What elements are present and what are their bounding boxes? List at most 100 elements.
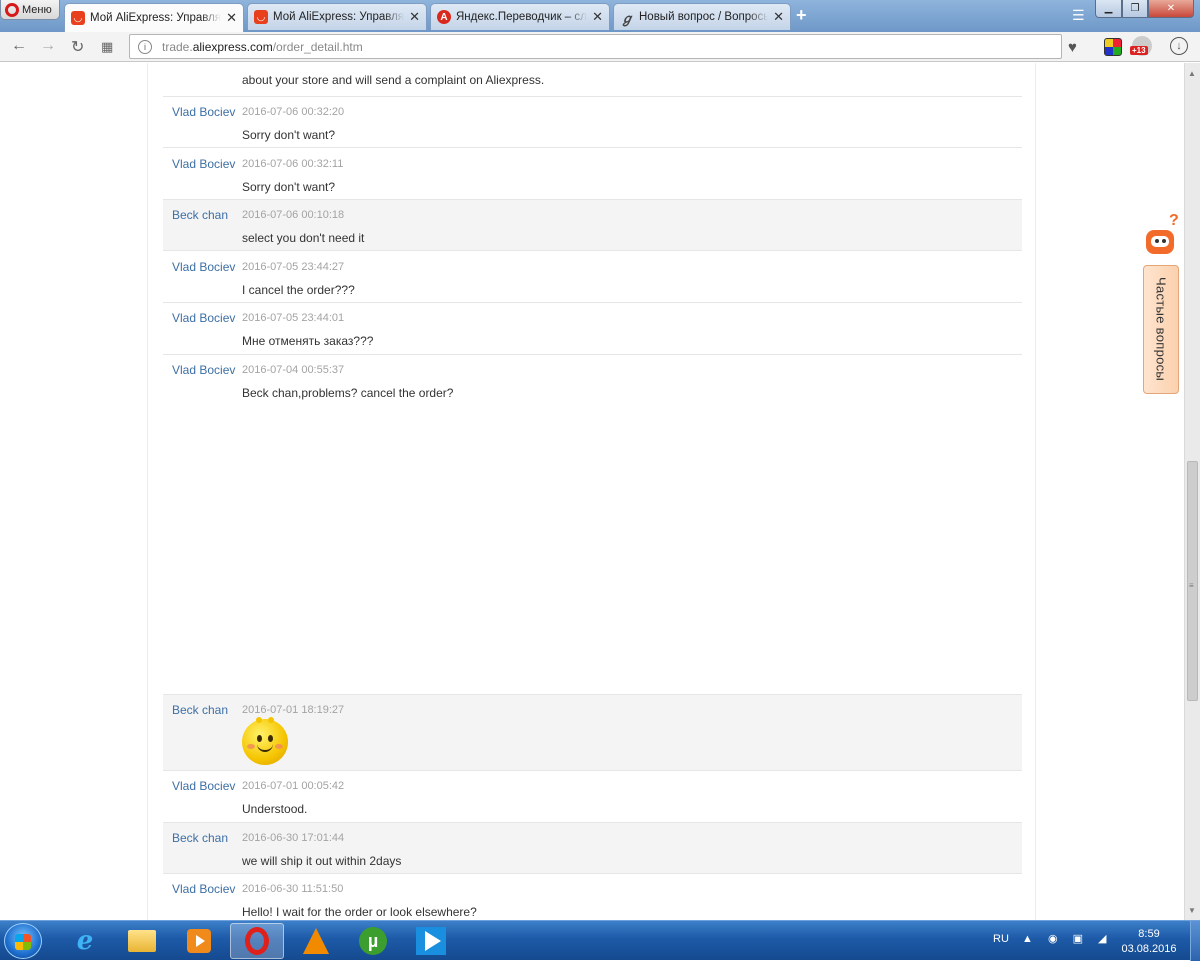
message-author[interactable]: Vlad Bociev xyxy=(172,260,235,274)
address-bar[interactable]: i trade.aliexpress.com/order_detail.htm xyxy=(129,34,1062,59)
tab-aliexpress[interactable]: ◡ Мой AliExpress: Управлять заказами ✕ xyxy=(247,3,427,30)
reload-icon[interactable]: ↻ xyxy=(71,37,84,57)
message-text: Beck chan,problems? cancel the order? xyxy=(242,386,454,400)
downloads-icon[interactable]: ↓ xyxy=(1170,37,1188,55)
utorrent-icon[interactable]: µ xyxy=(346,923,400,959)
message-author[interactable]: Beck chan xyxy=(172,208,228,222)
opera-icon[interactable] xyxy=(230,923,284,959)
tab-yandex-qa[interactable]: ℊ Новый вопрос / Вопросы и ответы ✕ xyxy=(613,3,791,30)
emoticon-eye xyxy=(257,735,262,742)
language-indicator[interactable]: RU xyxy=(993,933,1009,945)
maximize-button[interactable]: ❐ xyxy=(1122,0,1148,18)
close-tab-icon[interactable]: ✕ xyxy=(773,9,784,25)
extension-icon[interactable] xyxy=(1104,38,1122,56)
emoticon-cheek xyxy=(275,744,283,749)
url-host-prefix: trade. xyxy=(162,39,193,54)
message-row: Vlad Bociev 2016-07-06 00:32:11 Sorry do… xyxy=(163,149,1022,200)
minimize-button[interactable]: ▁ xyxy=(1095,0,1122,18)
emoticon-cheek xyxy=(247,744,255,749)
message-time: 2016-07-05 23:44:01 xyxy=(242,312,345,324)
close-tab-icon[interactable]: ✕ xyxy=(409,9,420,25)
emoticon-eye xyxy=(268,735,273,742)
speed-dial-icon[interactable]: ▦ xyxy=(101,39,113,55)
question-mark-icon: ? xyxy=(1169,212,1179,229)
tab-yandex-translate[interactable]: A Яндекс.Переводчик – словарь и онлайн п… xyxy=(430,3,610,30)
message-row: Vlad Bociev 2016-07-05 23:44:27 I cancel… xyxy=(163,252,1022,303)
page-scrollbar[interactable]: ▲ ≡ ▼ xyxy=(1184,63,1200,920)
message-text: select you don't need it xyxy=(242,231,365,245)
message-time: 2016-06-30 17:01:44 xyxy=(242,832,345,844)
tab-title: Новый вопрос / Вопросы и ответы xyxy=(639,11,769,23)
message-time: 2016-07-05 23:44:27 xyxy=(242,261,345,273)
message-author[interactable]: Vlad Bociev xyxy=(172,157,235,171)
message-text: Sorry don't want? xyxy=(242,128,336,142)
message-row: Beck chan 2016-06-30 17:01:44 we will sh… xyxy=(163,823,1022,874)
video-player-icon[interactable] xyxy=(404,923,458,959)
window-controls: ▁ ❐ ✕ xyxy=(1095,0,1194,18)
tab-menu-icon[interactable]: ☰ xyxy=(1072,7,1085,24)
clock-time: 8:59 xyxy=(1138,928,1160,940)
robot-eye xyxy=(1162,239,1166,243)
internet-explorer-icon[interactable]: e xyxy=(58,923,112,959)
browser-menu-button[interactable]: Меню xyxy=(0,0,60,20)
smiley-emoticon xyxy=(242,717,288,765)
tab-strip: Меню ◡ Мой AliExpress: Управлять заказам… xyxy=(0,0,1200,32)
windows-taskbar: e µ RU ▲ ◉ ▣ ◢ 8:59 03.08.2016 xyxy=(0,920,1200,961)
faq-button[interactable]: Частые вопросы xyxy=(1143,265,1179,394)
message-row: Beck chan 2016-07-01 18:19:27 xyxy=(163,695,1022,771)
aliexpress-icon: ◡ xyxy=(254,10,268,24)
faq-label: Частые вопросы xyxy=(1153,277,1169,382)
message-time: 2016-07-06 00:32:11 xyxy=(242,158,344,170)
extension-notifications-icon[interactable]: +13 xyxy=(1130,36,1152,56)
forward-icon[interactable]: → xyxy=(40,37,56,55)
message-author[interactable]: Vlad Bociev xyxy=(172,882,235,896)
tab-title: Яндекс.Переводчик – словарь и онлайн пер… xyxy=(456,11,587,23)
media-player-icon[interactable] xyxy=(172,923,226,959)
file-explorer-icon[interactable] xyxy=(115,923,169,959)
scroll-up-icon[interactable]: ▲ xyxy=(1188,69,1196,78)
message-time: 2016-07-06 00:10:18 xyxy=(242,209,345,221)
message-author[interactable]: Vlad Bociev xyxy=(172,105,235,119)
tab-title: Мой AliExpress: Управлять заказами xyxy=(90,12,222,24)
message-text: Sorry don't want? xyxy=(242,180,336,194)
emoticon-detail xyxy=(256,717,262,723)
start-button[interactable] xyxy=(4,923,42,959)
url-text: trade.aliexpress.com/order_detail.htm xyxy=(162,40,363,54)
message-row: Vlad Bociev 2016-07-05 23:44:01 Мне отме… xyxy=(163,303,1022,355)
url-host: aliexpress.com xyxy=(192,39,273,54)
yandex-translate-icon: A xyxy=(437,10,451,24)
message-author[interactable]: Vlad Bociev xyxy=(172,363,235,377)
message-text: Understood. xyxy=(242,802,308,816)
robot-help-icon[interactable]: ? xyxy=(1143,212,1179,258)
close-tab-icon[interactable]: ✕ xyxy=(592,9,603,25)
page-viewport: about your store and will send a complai… xyxy=(0,63,1184,920)
message-author[interactable]: Beck chan xyxy=(172,703,228,717)
site-info-icon[interactable]: i xyxy=(138,39,152,54)
message-author[interactable]: Vlad Bociev xyxy=(172,311,235,325)
message-row: Vlad Bociev 2016-07-01 00:05:42 Understo… xyxy=(163,771,1022,823)
browser-menu-label: Меню xyxy=(22,3,52,16)
back-icon[interactable]: ← xyxy=(11,37,27,55)
show-desktop-button[interactable] xyxy=(1190,921,1200,961)
scroll-grip-icon: ≡ xyxy=(1189,581,1194,590)
message-time: 2016-07-04 00:55:37 xyxy=(242,364,345,376)
close-tab-icon[interactable]: ✕ xyxy=(226,10,237,26)
message-text: we will ship it out within 2days xyxy=(242,854,402,868)
message-row: Vlad Bociev 2016-07-06 00:32:20 Sorry do… xyxy=(163,97,1022,148)
system-clock[interactable]: 8:59 03.08.2016 xyxy=(1114,927,1184,957)
new-tab-button[interactable]: + xyxy=(796,5,807,26)
yandex-qa-icon: ℊ xyxy=(620,10,634,26)
aliexpress-icon: ◡ xyxy=(71,11,85,25)
system-tray-icons[interactable]: ▲ ◉ ▣ ◢ xyxy=(1022,932,1113,945)
windows-logo-icon xyxy=(15,934,31,950)
bookmark-heart-icon[interactable]: ♥ xyxy=(1068,39,1077,56)
emoticon-detail xyxy=(268,717,274,723)
vlc-icon[interactable] xyxy=(289,923,343,959)
message-author[interactable]: Beck chan xyxy=(172,831,228,845)
message-text: I cancel the order??? xyxy=(242,283,355,297)
message-author[interactable]: Vlad Bociev xyxy=(172,779,235,793)
tab-title: Мой AliExpress: Управлять заказами xyxy=(273,11,405,23)
scroll-down-icon[interactable]: ▼ xyxy=(1188,906,1196,915)
close-window-button[interactable]: ✕ xyxy=(1148,0,1194,18)
tab-aliexpress-active[interactable]: ◡ Мой AliExpress: Управлять заказами ✕ xyxy=(64,3,244,32)
